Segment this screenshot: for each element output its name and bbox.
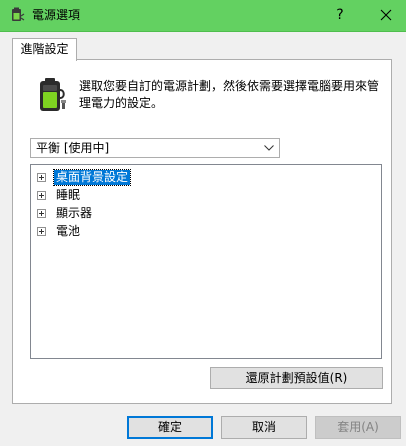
tree-item-label[interactable]: 顯示器 [54,206,94,221]
close-button[interactable] [366,0,406,31]
tree-item-label[interactable]: 電池 [54,224,82,239]
expand-icon[interactable] [37,227,46,236]
ok-button[interactable]: 確定 [127,416,213,439]
window-title: 電源選項 [32,8,81,22]
tab-advanced-settings[interactable]: 進階設定 [12,38,77,61]
power-plan-selected: 平衡 [使用中] [36,141,110,155]
title-bar: 電源選項 ? [0,0,406,32]
cancel-button[interactable]: 取消 [221,416,307,439]
settings-panel: 選取您要自訂的電源計劃，然後依需要選擇電腦要用來管理電力的設定。 平衡 [使用中… [12,59,392,404]
chevron-down-icon [264,145,274,151]
expand-icon[interactable] [37,209,46,218]
restore-defaults-button[interactable]: 還原計劃預設值(R) [210,367,383,389]
battery-plan-icon [34,76,68,114]
help-button[interactable]: ? [325,0,355,31]
apply-button[interactable]: 套用(A) [315,416,401,439]
power-plan-dropdown[interactable]: 平衡 [使用中] [30,138,280,158]
dialog-buttons: 確定 取消 套用(A) [0,404,406,446]
expand-icon[interactable] [37,191,46,200]
settings-tree[interactable]: 桌面背景設定 睡眠 顯示器 電池 [30,164,382,359]
expand-icon[interactable] [37,173,46,182]
tree-item-label[interactable]: 睡眠 [54,188,82,203]
plan-description: 選取您要自訂的電源計劃，然後依需要選擇電腦要用來管理電力的設定。 [79,79,380,110]
close-icon [380,9,392,21]
tree-item-label[interactable]: 桌面背景設定 [52,169,132,186]
power-options-icon [9,7,25,23]
